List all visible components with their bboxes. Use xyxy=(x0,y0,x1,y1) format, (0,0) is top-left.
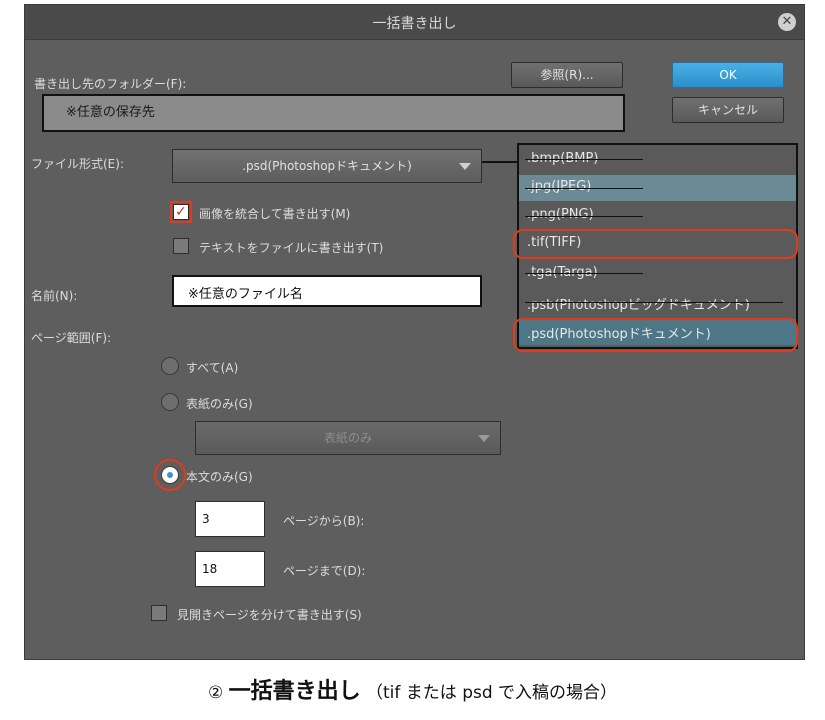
psd-highlight-ring xyxy=(513,318,798,352)
page-range-label: ページ範囲(F): xyxy=(31,331,112,345)
page-to-input[interactable]: 18 xyxy=(195,551,265,587)
strike-line xyxy=(525,302,783,303)
file-format-label: ファイル形式(E): xyxy=(31,157,124,171)
strike-line xyxy=(525,273,643,274)
format-option-label: .png(PNG) xyxy=(527,207,594,222)
merge-images-checkbox[interactable]: ✓ xyxy=(173,204,189,220)
radio-all[interactable] xyxy=(161,357,179,375)
format-option-tga[interactable]: .tga(Targa) xyxy=(519,261,796,287)
caption-title: 一括書き出し xyxy=(228,679,361,704)
spread-label: 見開きページを分けて書き出す(S) xyxy=(177,608,362,622)
radio-body[interactable] xyxy=(161,466,179,484)
close-icon[interactable]: ✕ xyxy=(778,13,796,31)
page-from-label: ページから(B): xyxy=(283,514,365,528)
name-label: 名前(N): xyxy=(31,289,78,303)
caption-note: （tif または psd で入稿の場合） xyxy=(366,683,618,703)
caption-marker: ② xyxy=(207,683,224,703)
file-format-select[interactable]: .psd(Photoshopドキュメント) xyxy=(172,149,482,183)
format-option-label: .jpg(JPEG) xyxy=(527,179,592,194)
radio-all-label: すべて(A) xyxy=(186,361,239,375)
radio-cover[interactable] xyxy=(161,393,179,411)
cover-select[interactable]: 表紙のみ xyxy=(195,421,501,455)
chevron-down-icon xyxy=(478,435,490,442)
radio-cover-label: 表紙のみ(G) xyxy=(186,397,253,411)
merge-images-label: 画像を統合して書き出す(M) xyxy=(199,207,351,221)
export-folder-label: 書き出し先のフォルダー(F): xyxy=(34,77,187,91)
format-option-label: .psb(Photoshopビッグドキュメント) xyxy=(527,298,750,313)
cover-select-value: 表紙のみ xyxy=(323,431,372,445)
radio-body-label: 本文のみ(G) xyxy=(186,470,253,484)
folder-field[interactable]: ※任意の保存先 xyxy=(42,94,625,132)
page-to-label: ページまで(D): xyxy=(283,564,366,578)
chevron-down-icon xyxy=(459,163,471,170)
strike-line xyxy=(525,159,643,160)
page-from-input[interactable]: 3 xyxy=(195,501,265,537)
format-option-bmp[interactable]: .bmp(BMP) xyxy=(519,147,796,173)
format-option-psb[interactable]: .psb(Photoshopビッグドキュメント) xyxy=(519,290,796,316)
ok-button[interactable]: OK xyxy=(672,62,784,88)
figure-caption: ② 一括書き出し （tif または psd で入稿の場合） xyxy=(0,673,825,705)
browse-button[interactable]: 参照(R)... xyxy=(511,62,623,88)
export-text-checkbox[interactable] xyxy=(173,238,189,254)
export-text-label: テキストをファイルに書き出す(T) xyxy=(199,241,384,255)
name-input[interactable]: ※任意のファイル名 xyxy=(172,275,482,307)
format-connector-line xyxy=(482,161,518,163)
strike-line xyxy=(525,188,643,189)
file-format-value: .psd(Photoshopドキュメント) xyxy=(242,159,412,173)
tif-highlight-ring xyxy=(513,229,798,259)
spread-checkbox[interactable] xyxy=(151,605,167,621)
strike-line xyxy=(525,216,643,217)
cancel-button[interactable]: キャンセル xyxy=(672,97,784,123)
dialog-titlebar: 一括書き出し ✕ xyxy=(25,5,804,40)
dialog-title: 一括書き出し xyxy=(372,16,457,32)
